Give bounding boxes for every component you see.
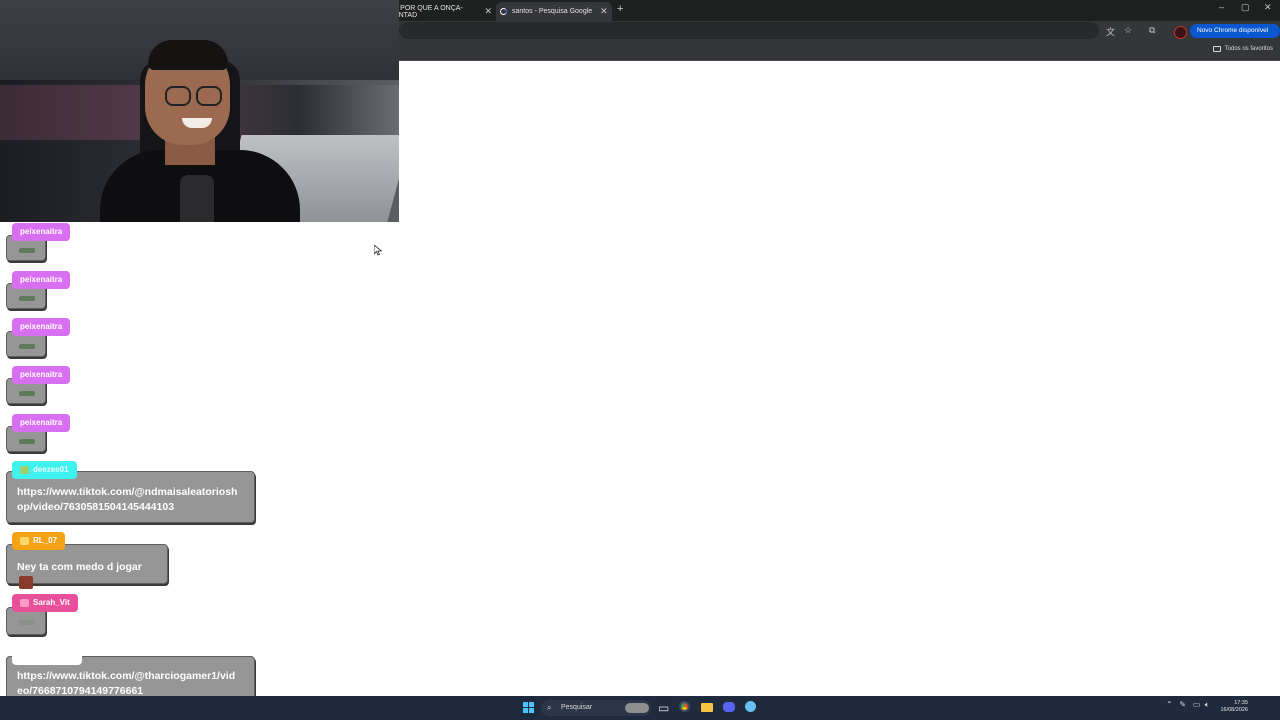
emote-icon [19, 391, 35, 396]
chat-message-text: op/video/7630581504145444103 [17, 501, 175, 513]
chat-username: peixenaitra [12, 223, 71, 241]
taskbar-clock[interactable]: 17:35 16/08/2026 [1220, 700, 1248, 714]
chat-username-badge: RL_07 [12, 532, 66, 550]
close-window-button[interactable]: ✕ [1264, 2, 1272, 13]
webcam-overlay [0, 0, 399, 222]
streamer-hair [148, 40, 228, 70]
discord-icon[interactable] [723, 700, 735, 716]
update-chrome-button[interactable]: Novo Chrome disponível ⋮ [1190, 24, 1280, 48]
task-view-icon[interactable]: ▭ [658, 700, 669, 716]
chat-username: Sarah_Vit [33, 598, 70, 607]
tab-title: 2) POR QUE A ONÇA-PINTAD [392, 4, 463, 19]
tab-title: santos - Pesquisa Google [512, 8, 593, 15]
user-badge-icon [20, 465, 29, 474]
folder-icon [1212, 46, 1221, 52]
windows-start-icon[interactable] [523, 702, 534, 713]
volume-icon[interactable]: 🔈︎ [1205, 700, 1210, 709]
new-tab-button[interactable]: + [617, 3, 623, 15]
update-label: Novo Chrome disponível [1197, 27, 1269, 34]
extensions-icon[interactable]: ⧉ [1149, 25, 1155, 36]
bookmarks-label: Todos os favoritos [1224, 46, 1273, 52]
all-bookmarks-button[interactable]: Todos os favoritos [1212, 46, 1273, 52]
search-icon: ⌕ [547, 703, 552, 712]
emote-icon [19, 620, 35, 625]
emote-icon [19, 296, 35, 301]
chevron-up-icon[interactable]: ⌃ [1166, 700, 1173, 709]
profile-icon[interactable] [1174, 26, 1187, 39]
glasses [165, 86, 191, 106]
chat-username-badge: deezee01 [12, 461, 77, 479]
glasses [196, 86, 222, 106]
chat-username: peixenaitra [12, 318, 71, 336]
google-favicon-icon [500, 8, 507, 15]
taskbar-search[interactable]: ⌕ Pesquisar [541, 700, 651, 716]
search-placeholder: Pesquisar [561, 704, 593, 711]
maximize-button[interactable]: ▢ [1241, 2, 1250, 13]
chat-username: peixenaitra [12, 271, 71, 289]
chat-username-badge: Sarah_Vit [12, 594, 78, 612]
display-icon[interactable]: ▭ [1193, 700, 1201, 709]
chat-username: peixenaitra [12, 366, 71, 384]
steam-icon[interactable] [745, 700, 756, 716]
widgets-icon [625, 703, 649, 713]
chat-message-bubble: Ney ta com medo d jogar [6, 544, 168, 589]
system-tray[interactable]: ⌃ ✎ ▭ 🔈︎ [1166, 700, 1210, 710]
chat-username: deezee01 [33, 465, 69, 474]
chat-username: peixenaitra [12, 414, 71, 432]
emote-icon [19, 344, 35, 349]
user-badge-icon [20, 536, 29, 545]
clock-time: 17:35 [1234, 700, 1248, 706]
clock-date: 16/08/2026 [1220, 707, 1248, 713]
chat-message-text: https://www.tiktok.com/@tharciogamer1/vi… [17, 670, 236, 682]
translate-icon[interactable]: 文 [1106, 25, 1115, 38]
tab-close-icon[interactable]: ✕ [600, 6, 608, 17]
browser-tab[interactable]: 2) POR QUE A ONÇA-PINTAD ✕ [392, 2, 492, 21]
chat-username: RL_07 [33, 536, 58, 545]
pen-icon[interactable]: ✎ [1179, 700, 1186, 709]
emote-icon [19, 439, 35, 444]
chat-message-text: https://www.tiktok.com/@ndmaisaleatorios… [17, 486, 238, 498]
file-explorer-icon[interactable] [701, 700, 713, 716]
chat-username [12, 647, 82, 665]
chrome-icon[interactable] [679, 700, 690, 716]
emote-icon [19, 248, 35, 253]
user-badge-icon [20, 598, 29, 607]
microphone [180, 175, 214, 222]
tab-close-icon[interactable]: ✕ [484, 6, 492, 17]
star-icon[interactable]: ☆ [1124, 25, 1132, 36]
browser-tab-active[interactable]: santos - Pesquisa Google ✕ [496, 2, 612, 21]
minimize-button[interactable]: – [1219, 2, 1224, 12]
emote-icon [19, 575, 33, 589]
address-bar[interactable] [399, 22, 1099, 39]
chat-message-text: Ney ta com medo d jogar [17, 561, 142, 573]
